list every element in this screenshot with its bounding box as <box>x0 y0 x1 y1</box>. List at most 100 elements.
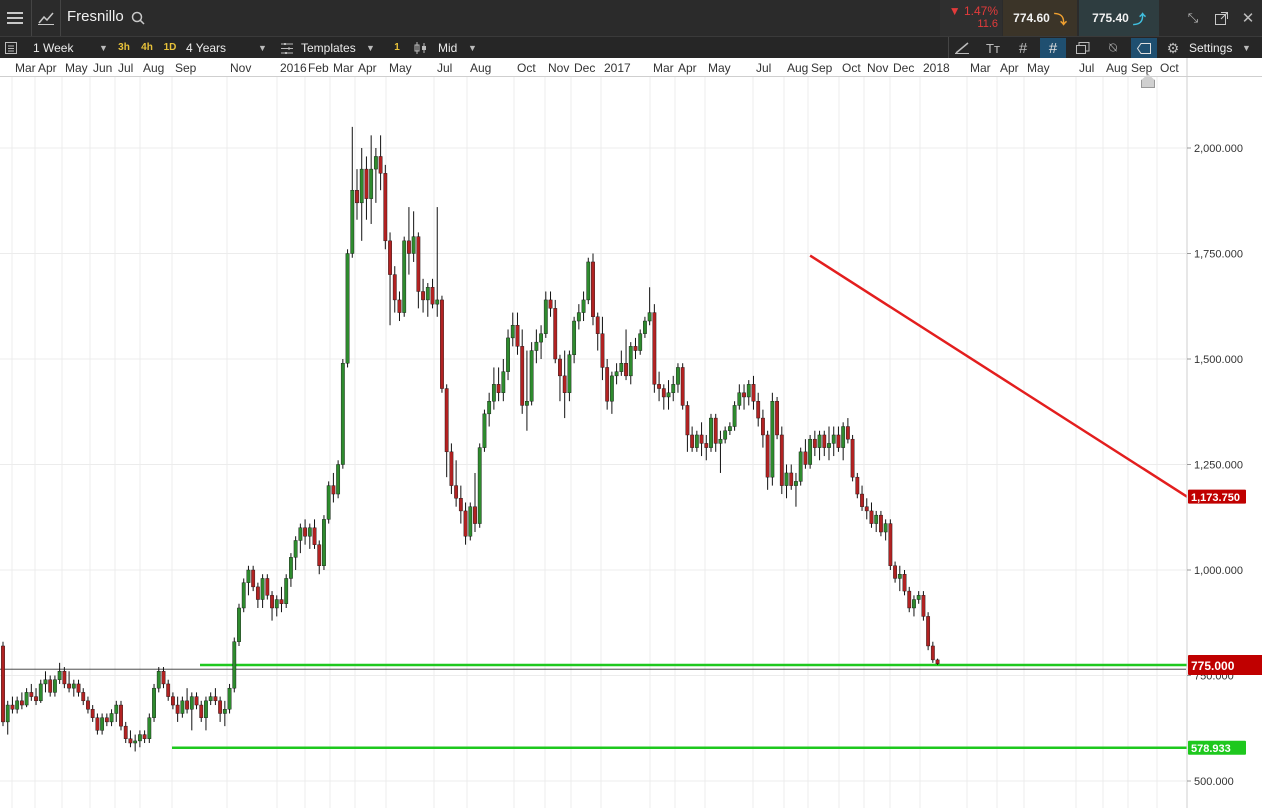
candle-body <box>312 527 317 545</box>
candle-body <box>491 384 496 402</box>
candle-body <box>529 350 534 402</box>
candle-body <box>421 291 425 301</box>
candle-body <box>883 523 888 533</box>
price-axis-bg <box>1187 77 1262 808</box>
candle-body <box>67 683 71 689</box>
candle-body <box>935 659 940 664</box>
y-tick-label: 1,500.000 <box>1194 354 1243 366</box>
candle-body <box>57 671 62 680</box>
candle-body <box>699 434 704 444</box>
candle-body <box>364 168 369 199</box>
candle-body <box>449 451 454 486</box>
candle-body <box>279 599 284 604</box>
candle-body <box>336 464 341 495</box>
candle-body <box>482 413 487 448</box>
candle-body <box>562 375 567 393</box>
candle-body <box>90 709 95 718</box>
candle-body <box>812 438 817 448</box>
candle-body <box>822 434 827 448</box>
horizontal-levels <box>0 663 1262 749</box>
candle-body <box>383 173 388 242</box>
candle-body <box>902 574 907 592</box>
trendline-group <box>809 254 1188 498</box>
candle-body <box>156 671 161 689</box>
candle-body <box>104 717 109 723</box>
candle-body <box>930 645 935 661</box>
candle-body <box>576 312 581 322</box>
candle-body <box>204 700 208 718</box>
candle-body <box>289 557 293 579</box>
candle-body <box>71 683 76 689</box>
candle-body <box>331 485 336 495</box>
candle-body <box>359 168 364 204</box>
candle-body <box>246 569 251 583</box>
candle-body <box>723 430 728 440</box>
candle-body <box>633 346 638 351</box>
price-label: 578.933 <box>1191 743 1231 755</box>
candle-body <box>855 476 860 495</box>
candle-body <box>265 578 270 596</box>
candle-body <box>166 683 171 697</box>
candle-body <box>407 240 411 254</box>
candle-body <box>756 401 761 419</box>
candle-body <box>194 696 199 706</box>
candle-body <box>303 527 307 537</box>
candles <box>1 126 940 752</box>
candle-body <box>255 586 260 600</box>
candle-body <box>827 443 831 448</box>
candle-body <box>53 679 57 693</box>
candle-body <box>473 506 477 524</box>
candle-body <box>477 447 482 524</box>
candle-body <box>5 704 10 723</box>
candle-body <box>430 287 435 305</box>
candle-body <box>609 375 614 402</box>
candle-body <box>218 700 223 714</box>
candle-body <box>624 363 628 377</box>
price-chart[interactable]: 2,000.000 1,750.000 1,500.000 1,250.000 1,00… <box>0 0 1262 808</box>
candle-body <box>147 717 152 740</box>
candle-body <box>661 388 666 398</box>
candle-body <box>671 384 676 393</box>
y-tick-label: 500.000 <box>1194 776 1234 788</box>
candle-body <box>402 240 407 313</box>
candle-body <box>43 679 48 685</box>
candle-body <box>355 189 359 204</box>
candle-body <box>789 472 794 486</box>
candle-body <box>548 299 553 309</box>
candle-body <box>657 384 661 389</box>
candle-body <box>274 599 279 609</box>
candle-body <box>48 679 53 693</box>
candle-body <box>779 434 784 486</box>
candle-body <box>189 696 194 710</box>
candle-body <box>808 438 813 465</box>
candle-body <box>770 401 775 478</box>
trendline <box>809 254 1188 498</box>
candle-body <box>1 645 5 723</box>
candle-body <box>690 434 695 448</box>
candle-body <box>128 738 133 744</box>
price-label: 1,173.750 <box>1191 492 1240 504</box>
candle-body <box>619 363 624 372</box>
candle-body <box>713 417 718 444</box>
candle-body <box>525 401 529 406</box>
candle-body <box>543 299 548 334</box>
candle-body <box>19 700 24 706</box>
candle-body <box>213 696 218 702</box>
candle-body <box>647 312 652 322</box>
candle-body <box>307 527 312 537</box>
candle-body <box>24 692 29 706</box>
candle-body <box>373 156 378 170</box>
candle-body <box>10 704 15 710</box>
candle-body <box>322 519 326 566</box>
candle-body <box>506 337 510 372</box>
candle-body <box>199 704 204 718</box>
candle-body <box>454 485 459 499</box>
candle-body <box>293 540 298 558</box>
candle-body <box>411 236 416 254</box>
candle-body <box>109 713 114 723</box>
candle-body <box>345 253 350 364</box>
candle-body <box>350 189 355 254</box>
candle-body <box>869 510 874 524</box>
candle-body <box>798 451 803 482</box>
candle-body <box>841 426 846 448</box>
